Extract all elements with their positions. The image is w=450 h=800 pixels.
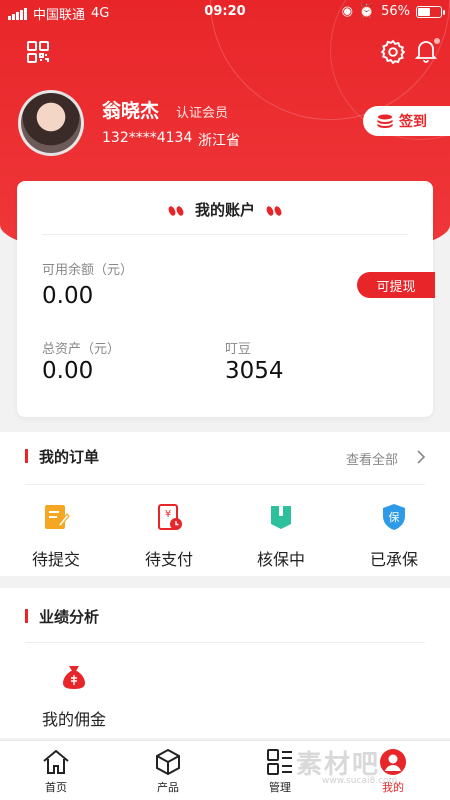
notification-button[interactable] <box>414 38 440 64</box>
account-title: 我的账户 <box>194 201 255 219</box>
view-all-orders-link[interactable]: 查看全部 <box>346 449 398 468</box>
svg-text:保: 保 <box>389 510 400 524</box>
edit-document-icon <box>45 505 70 529</box>
status-bar: 中国联通 4G 09:20 ◉ ⏰ 56% <box>0 0 450 24</box>
alarm-icon: ⏰ <box>358 4 376 19</box>
orders-section: 我的订单 查看全部 待提交 ¥ 待支付 核保中 保 已承保 <box>0 432 450 576</box>
grid-list-icon <box>267 749 292 775</box>
commission-label: 我的佣金 <box>41 710 106 729</box>
available-balance-value: 0.00 <box>42 283 94 309</box>
signin-button[interactable]: 签到 <box>363 106 450 136</box>
coin-stack-icon <box>377 114 393 128</box>
total-assets-value: 0.00 <box>42 358 94 384</box>
tab-label: 首页 <box>45 781 67 794</box>
avatar[interactable] <box>18 90 84 156</box>
money-bag-icon <box>63 666 85 689</box>
tab-label: 产品 <box>157 781 179 794</box>
insured-shield-icon: 保 <box>383 504 405 530</box>
beans-value: 3054 <box>225 358 284 384</box>
divider <box>25 642 425 643</box>
battery-icon <box>416 5 445 18</box>
notification-dot <box>434 38 440 44</box>
title-decoration-icon <box>166 202 185 220</box>
rotation-lock-icon: ◉ <box>341 4 353 19</box>
account-title-row: 我的账户 <box>17 199 433 220</box>
order-item-label: 待支付 <box>144 550 193 569</box>
order-pending-submit[interactable]: 待提交 <box>11 502 101 570</box>
my-commission[interactable]: 我的佣金 <box>29 662 119 730</box>
account-card: 我的账户 可用余额（元） 0.00 总资产（元） 0.00 叮豆 3054 <box>17 181 433 417</box>
performance-title: 业绩分析 <box>25 606 99 627</box>
title-decoration-icon <box>265 202 284 220</box>
performance-section: 业绩分析 我的佣金 <box>0 588 450 738</box>
total-assets-label: 总资产（元） <box>42 342 121 357</box>
order-insured[interactable]: 保 已承保 <box>349 502 439 570</box>
gear-icon[interactable] <box>380 39 406 65</box>
user-icon <box>380 749 406 775</box>
divider <box>42 234 408 235</box>
order-item-label: 核保中 <box>256 550 305 569</box>
box-icon <box>156 748 180 776</box>
review-document-icon <box>271 504 291 529</box>
order-pending-payment[interactable]: ¥ 待支付 <box>124 502 214 570</box>
chevron-right-icon[interactable] <box>416 450 426 464</box>
battery-percent: 56% <box>381 4 410 19</box>
signin-label: 签到 <box>399 114 427 130</box>
watermark-url: www.sucai8.com <box>322 776 398 786</box>
user-phone: 132****4134 <box>102 130 193 146</box>
divider <box>25 484 425 485</box>
qr-scan-icon[interactable] <box>26 40 50 64</box>
orders-title: 我的订单 <box>25 446 99 467</box>
svg-text:¥: ¥ <box>165 509 171 520</box>
order-under-review[interactable]: 核保中 <box>236 502 326 570</box>
payment-clock-icon: ¥ <box>158 504 182 530</box>
home-icon <box>43 749 69 774</box>
order-item-label: 已承保 <box>369 550 418 569</box>
tab-label: 管理 <box>269 781 291 794</box>
beans-label: 叮豆 <box>225 342 252 357</box>
user-name: 翁晓杰 <box>102 100 160 122</box>
user-region: 浙江省 <box>198 133 240 149</box>
order-item-label: 待提交 <box>31 550 80 569</box>
available-balance-label: 可用余额（元） <box>42 263 134 278</box>
tab-home[interactable]: 首页 <box>16 747 96 795</box>
tab-bar: 首页 产品 管理 我的 <box>0 740 450 800</box>
withdraw-button[interactable]: 可提现 <box>357 272 435 298</box>
member-level: 认证会员 <box>176 106 229 121</box>
tab-products[interactable]: 产品 <box>128 747 208 795</box>
